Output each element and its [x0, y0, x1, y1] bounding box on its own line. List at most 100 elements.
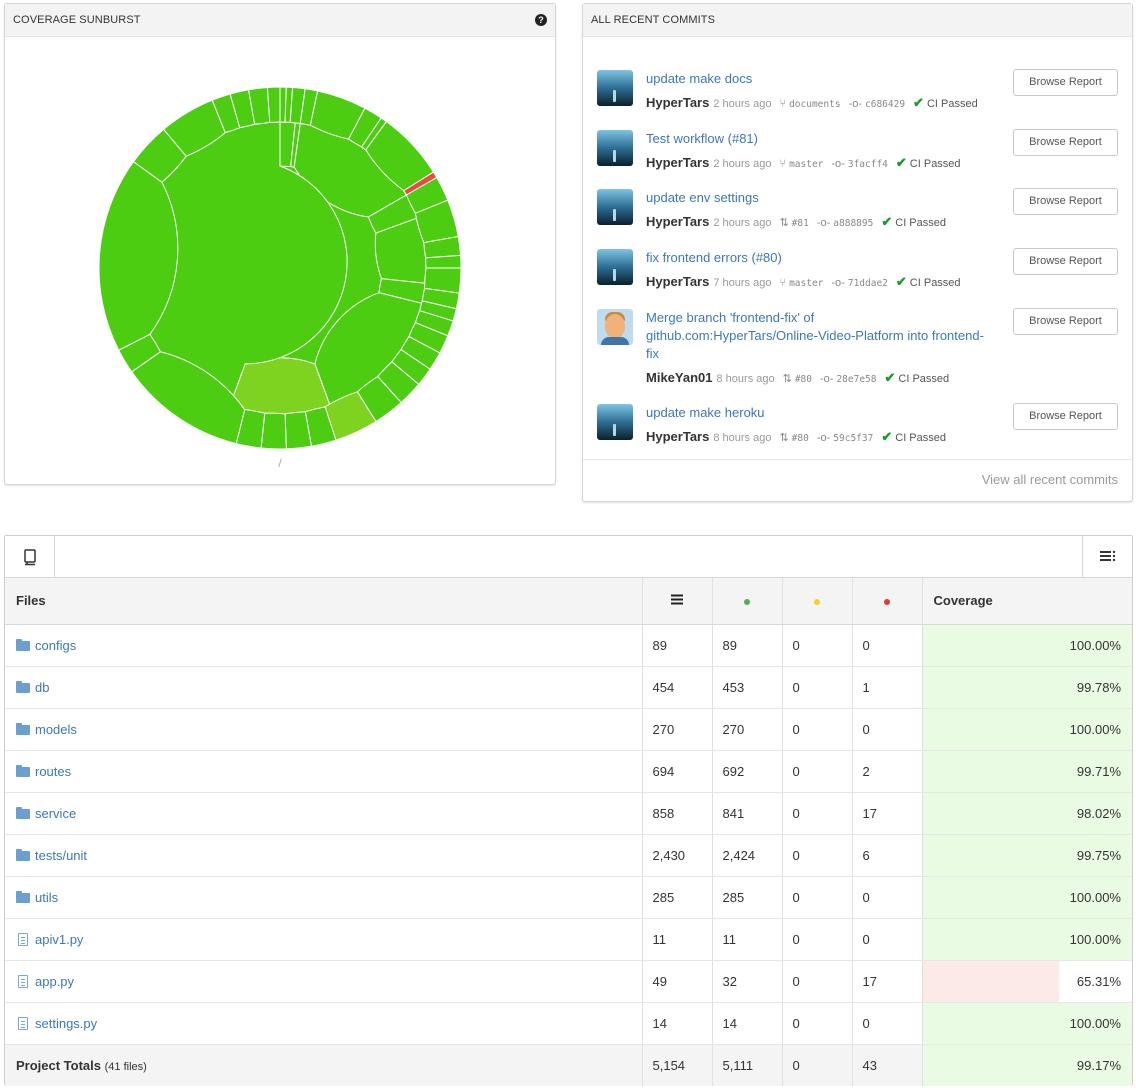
commit-ref[interactable]: #81 — [792, 218, 809, 229]
browse-report-button[interactable]: Browse Report — [1013, 69, 1118, 96]
commits-title: ALL RECENT COMMITS — [591, 14, 716, 26]
lines-column-header[interactable] — [641, 578, 712, 625]
file-name-cell: service — [5, 792, 642, 835]
table-row[interactable]: tests/unit 2,430 2,424 0 6 99.75% — [5, 834, 1132, 877]
commit-ref[interactable]: master — [789, 278, 823, 289]
file-link[interactable]: routes — [35, 764, 71, 779]
commit-author[interactable]: HyperTars — [646, 429, 709, 444]
file-icon — [18, 932, 28, 946]
commit-message-link[interactable]: Test workflow (#81) — [646, 130, 986, 148]
file-link[interactable]: app.py — [35, 974, 74, 989]
commit-message-link[interactable]: fix frontend errors (#80) — [646, 249, 986, 267]
table-row[interactable]: settings.py 14 14 0 0 100.00% — [5, 1002, 1132, 1045]
hits-cell: 89 — [711, 624, 782, 667]
browse-report-button[interactable]: Browse Report — [1013, 308, 1118, 335]
file-link[interactable]: utils — [35, 890, 58, 905]
file-link[interactable]: configs — [35, 638, 76, 653]
file-link[interactable]: db — [35, 680, 49, 695]
coverage-value: 98.02% — [1076, 805, 1121, 821]
coverage-cell: 99.75% — [921, 834, 1132, 877]
table-row[interactable]: app.py 49 32 0 17 65.31% — [5, 960, 1132, 1003]
commit-time: 2 hours ago — [713, 98, 772, 110]
commit-author[interactable]: HyperTars — [646, 214, 709, 229]
avatar[interactable] — [597, 249, 633, 285]
sunburst-segment[interactable] — [229, 357, 331, 415]
table-row[interactable]: apiv1.py 11 11 0 0 100.00% — [5, 918, 1132, 961]
commit-sha[interactable]: 71ddae2 — [848, 278, 888, 289]
partials-column-header[interactable] — [781, 578, 852, 625]
avatar[interactable] — [597, 189, 633, 225]
sunburst-segment[interactable] — [260, 412, 287, 450]
coverage-bar — [922, 960, 1059, 1002]
lines-cell: 858 — [641, 792, 712, 835]
coverage-value: 99.71% — [1076, 763, 1121, 779]
files-column-header[interactable]: Files — [5, 578, 642, 625]
coverage-column-header[interactable]: Coverage — [921, 578, 1132, 625]
commit-message-link[interactable]: update make heroku — [646, 404, 986, 422]
commit-meta: MikeYan01 8 hours ago ⇅ #80 -o- 28e7e58 ✔ CI Pa… — [646, 370, 949, 386]
hits-cell: 270 — [711, 708, 782, 751]
commit-sha[interactable]: a888895 — [833, 218, 873, 229]
help-icon[interactable]: ? — [535, 14, 547, 26]
coverage-value: 100.00% — [1069, 931, 1121, 947]
commit-sha[interactable]: 3facff4 — [848, 159, 888, 170]
table-row[interactable]: routes 694 692 0 2 99.71% — [5, 750, 1132, 793]
commit-item: update make heroku HyperTars 8 hours ago ⇅ #… — [597, 403, 1118, 447]
ci-status: CI Passed — [898, 373, 950, 385]
avatar[interactable] — [597, 404, 633, 440]
browse-report-button[interactable]: Browse Report — [1013, 248, 1118, 275]
commit-ref[interactable]: #80 — [795, 374, 812, 385]
partial-dot-icon — [814, 599, 820, 606]
avatar[interactable] — [597, 130, 633, 166]
table-row[interactable]: models 270 270 0 0 100.00% — [5, 708, 1132, 751]
commit-sha-icon: -o- — [820, 373, 834, 385]
commit-ref[interactable]: #80 — [792, 433, 809, 444]
folder-icon — [16, 764, 30, 777]
misses-cell: 0 — [851, 918, 922, 961]
commit-message-link[interactable]: update make docs — [646, 70, 986, 88]
file-link[interactable]: apiv1.py — [35, 932, 83, 947]
partials-cell: 0 — [781, 876, 852, 919]
file-link[interactable]: service — [35, 806, 76, 821]
list-settings-icon — [1100, 550, 1116, 562]
commit-time: 8 hours ago — [716, 373, 775, 385]
avatar[interactable] — [597, 70, 633, 106]
commit-author[interactable]: HyperTars — [646, 155, 709, 170]
file-icon — [18, 974, 28, 988]
file-link[interactable]: tests/unit — [35, 848, 87, 863]
commit-ref[interactable]: master — [789, 159, 823, 170]
table-row[interactable]: utils 285 285 0 0 100.00% — [5, 876, 1132, 919]
sunburst-segment[interactable] — [266, 86, 281, 123]
totals-hits: 5,111 — [711, 1044, 782, 1086]
hits-column-header[interactable] — [711, 578, 782, 625]
table-row[interactable]: service 858 841 0 17 98.02% — [5, 792, 1132, 835]
avatar[interactable] — [597, 309, 633, 345]
commit-message-link[interactable]: Merge branch 'frontend-fix' of github.co… — [646, 309, 986, 363]
project-totals-row: Project Totals (41 files) 5,154 5,111 0 … — [5, 1044, 1132, 1086]
commit-ref[interactable]: documents — [789, 99, 840, 110]
tree-view-toggle[interactable] — [5, 536, 55, 578]
sunburst-segment[interactable] — [425, 254, 462, 269]
commit-author[interactable]: HyperTars — [646, 95, 709, 110]
view-all-commits-link[interactable]: View all recent commits — [982, 472, 1118, 487]
commit-author[interactable]: HyperTars — [646, 274, 709, 289]
browse-report-button[interactable]: Browse Report — [1013, 403, 1118, 430]
sunburst-chart[interactable] — [5, 38, 555, 450]
browse-report-button[interactable]: Browse Report — [1013, 129, 1118, 156]
list-view-toggle[interactable] — [1082, 536, 1132, 578]
file-link[interactable]: settings.py — [35, 1016, 97, 1031]
commit-message-link[interactable]: update env settings — [646, 189, 986, 207]
lines-cell: 270 — [641, 708, 712, 751]
file-icon — [18, 1016, 28, 1030]
file-link[interactable]: models — [35, 722, 77, 737]
commit-sha[interactable]: 59c5f37 — [833, 433, 873, 444]
browse-report-button[interactable]: Browse Report — [1013, 188, 1118, 215]
commit-sha[interactable]: c686429 — [865, 99, 905, 110]
misses-column-header[interactable] — [851, 578, 922, 625]
table-row[interactable]: db 454 453 0 1 99.78% — [5, 666, 1132, 709]
commit-sha[interactable]: 28e7e58 — [836, 374, 876, 385]
commits-header: ALL RECENT COMMITS — [583, 4, 1132, 37]
commit-author[interactable]: MikeYan01 — [646, 370, 713, 385]
table-row[interactable]: configs 89 89 0 0 100.00% — [5, 624, 1132, 667]
misses-cell: 1 — [851, 666, 922, 709]
